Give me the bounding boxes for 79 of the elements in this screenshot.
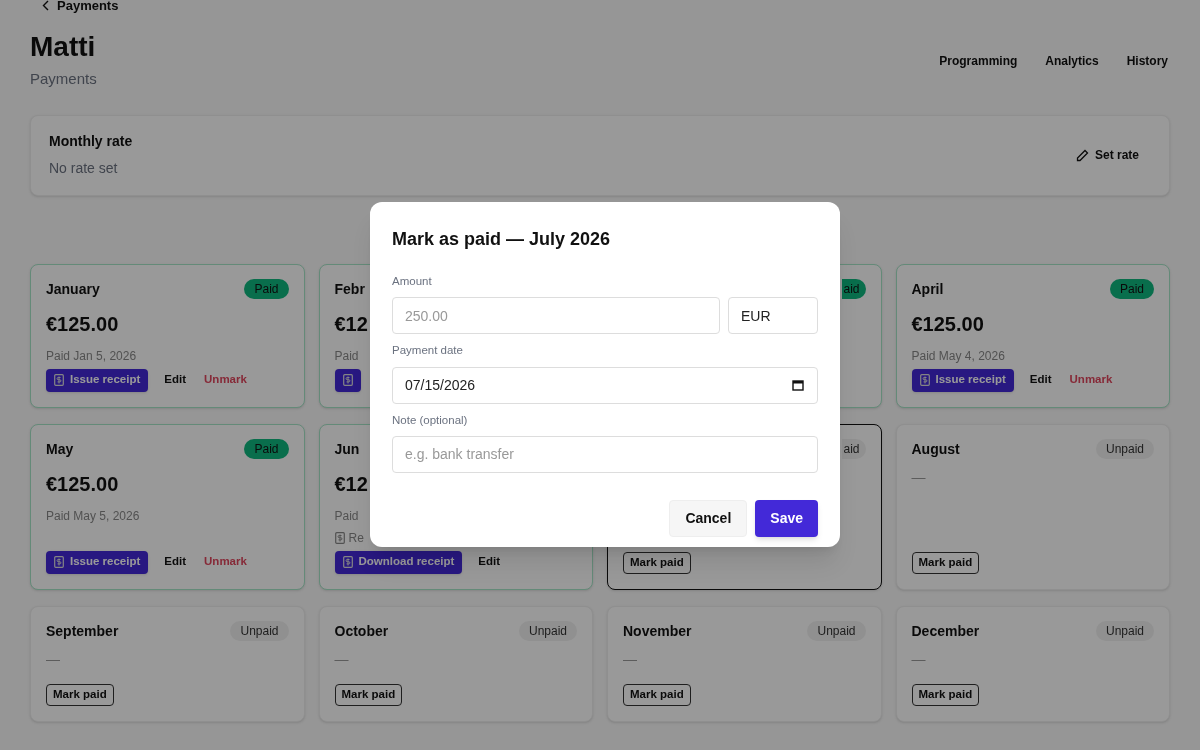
status-badge: Unpaid [1095,439,1154,459]
currency-field[interactable]: EUR [728,297,818,335]
field-label: Payment date [392,343,464,359]
receipt-note: Re [348,529,364,547]
back-link[interactable]: Payments [42,0,119,16]
empty-dash: — [911,649,926,669]
status-badge: Unpaid [1095,621,1154,641]
month-name: October [334,621,389,641]
amount: €125.00 [46,311,119,337]
month-name: Febr [334,279,365,299]
month-name: May [46,439,74,459]
cancel-button[interactable]: Cancel [669,499,748,537]
amount: €125.00 [911,311,984,337]
receipt-icon [342,556,353,568]
rate-value: No rate set [49,159,119,178]
edit-link[interactable]: Edit [162,371,189,389]
amount: €125.00 [46,471,119,497]
chevron-left-icon [42,0,49,12]
status-badge: Paid [1109,279,1154,299]
field-label: Amount [392,274,433,289]
month-name: September [46,621,119,641]
receipt-icon [54,374,64,386]
empty-dash: — [623,649,637,669]
month-name: January [46,279,100,299]
calendar-icon[interactable] [792,378,804,391]
status-badge: Paid [244,279,289,299]
mark-paid-button[interactable]: Mark paid [334,683,403,706]
receipt-icon [919,374,930,386]
nav-link[interactable]: Analytics [1045,52,1099,70]
page-subtitle: Payments [30,69,97,89]
empty-dash: — [911,467,926,487]
status-badge: Unpaid [807,621,866,641]
empty-dash: — [46,649,60,669]
nav-link[interactable]: History [1126,52,1168,70]
edit-link[interactable]: Edit [476,553,503,571]
mark-paid-button[interactable]: Mark paid [623,551,691,574]
status-badge: aid [842,279,866,299]
month-name: August [911,439,960,459]
month-name: Jun [334,439,360,459]
pencil-icon [1075,148,1089,162]
receipt-button[interactable]: Download receipt [334,550,463,574]
edit-link[interactable]: Edit [1027,371,1054,389]
receipt-button[interactable]: Issue receipt [46,550,149,574]
date-field[interactable]: 07/15/2026 [392,366,818,404]
mark-paid-button[interactable]: Mark paid [911,683,980,706]
paid-date: Paid Jan 5, 2026 [46,347,137,365]
amount: €12 [334,311,368,337]
dialog-title: Mark as paid — July 2026 [392,228,612,251]
empty-dash: — [334,649,349,669]
status-badge: aid [842,439,866,459]
field-label: Note (optional) [392,412,469,428]
receipt-icon [54,556,64,568]
receipt-button[interactable]: Issue receipt [46,368,149,392]
mark-paid-button[interactable]: Mark paid [911,551,980,574]
paid-date: Paid May 4, 2026 [911,347,1005,365]
month-name: November [623,621,692,641]
paid-date: Paid [334,507,359,525]
amount-field[interactable]: 250.00 [392,297,720,335]
paid-date: Paid [334,347,359,365]
status-badge: Unpaid [230,621,289,641]
save-button[interactable]: Save [755,499,818,537]
edit-link[interactable]: Edit [162,553,189,571]
mark-paid-button[interactable]: Mark paid [623,683,691,706]
amount: €12 [334,471,368,497]
mark-paid-button[interactable]: Mark paid [46,683,114,706]
month-name: April [911,279,944,299]
note-field[interactable]: e.g. bank transfer [392,435,818,473]
status-badge: Unpaid [518,621,577,641]
month-name: December [911,621,980,641]
receipt-button[interactable] [334,368,361,392]
receipt-icon [342,374,353,386]
status-badge: Paid [244,439,289,459]
set-rate-button[interactable]: Set rate [1075,146,1139,164]
paid-date: Paid May 5, 2026 [46,507,140,525]
page-title: Matti [30,30,97,64]
card-title: Monthly rate [49,132,133,151]
receipt-button[interactable]: Issue receipt [911,368,1014,392]
nav-link[interactable]: Programming [939,52,1018,70]
receipt-icon [334,531,345,544]
